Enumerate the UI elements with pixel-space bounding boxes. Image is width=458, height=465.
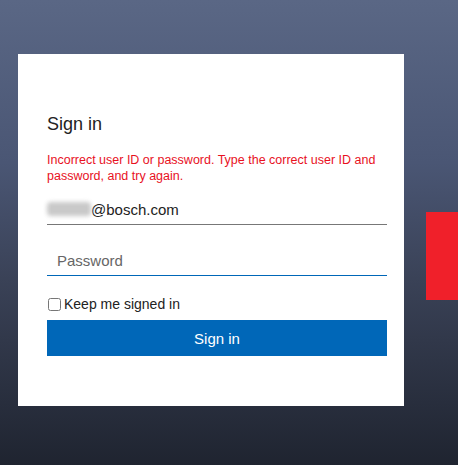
sign-in-card: Sign in Incorrect user ID or password. Ty… — [18, 54, 404, 406]
password-input[interactable] — [47, 248, 387, 273]
user-id-field[interactable] — [47, 194, 387, 225]
user-id-input[interactable] — [91, 197, 387, 222]
keep-signed-in-label: Keep me signed in — [64, 296, 180, 312]
keep-signed-in[interactable]: Keep me signed in — [47, 296, 387, 312]
keep-signed-in-checkbox[interactable] — [48, 298, 61, 311]
blurred-username — [47, 202, 91, 216]
login-page: Sign in Incorrect user ID or password. Ty… — [0, 0, 458, 465]
sign-in-title: Sign in — [47, 112, 387, 136]
error-message: Incorrect user ID or password. Type the … — [47, 152, 387, 184]
background-sign — [426, 212, 458, 300]
password-field[interactable] — [47, 245, 387, 276]
sign-in-button[interactable]: Sign in — [47, 320, 387, 356]
